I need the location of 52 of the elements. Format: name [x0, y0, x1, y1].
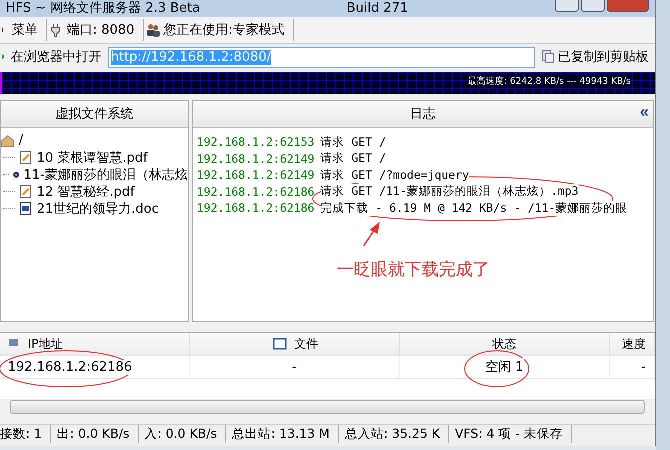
port-button[interactable]: 端口: 8080	[47, 19, 144, 41]
status-item: VFS: 4 项 - 未保存	[449, 425, 572, 443]
tree-item[interactable]: 10 菜根谭智慧.pdf	[37, 148, 148, 166]
minimize-button[interactable]	[554, 0, 579, 12]
log-message: 请求 GET /	[320, 151, 386, 166]
document-icon	[19, 184, 33, 198]
log-address: 192.168.1.2:62186	[197, 201, 315, 216]
menu-button[interactable]: 菜单	[0, 19, 47, 41]
column-header[interactable]: 速度	[622, 336, 646, 352]
plug-icon	[49, 23, 63, 37]
collapse-button[interactable]: «	[640, 104, 649, 122]
tree-item[interactable]: /	[19, 133, 24, 148]
table-cell: 空闲 1	[485, 358, 524, 376]
clipboard-icon	[541, 50, 555, 64]
log-title: 日志	[410, 106, 436, 123]
column-header[interactable]: IP地址	[28, 336, 63, 352]
tree-item[interactable]: 11-蒙娜丽莎的眼泪（林志炫	[24, 166, 188, 184]
log-address: 192.168.1.2:62149	[197, 168, 315, 182]
log-message: 请求 GET /	[320, 134, 386, 150]
annotation-text: 一眨眼就下载完成了	[337, 259, 490, 281]
log-message: 请求 GET /11-蒙娜丽莎的眼泪（林志炫）.mp3	[320, 184, 579, 200]
word-document-icon	[19, 202, 33, 216]
max-speed-label: 最高速度: 6242.8 KB/s --- 49943 KB/s	[468, 75, 631, 88]
build-label: Build 271	[346, 1, 408, 17]
column-header[interactable]: 文件	[294, 336, 318, 352]
column-header[interactable]: 状态	[492, 336, 516, 352]
status-item: 总出站: 13.13 M	[226, 425, 339, 443]
home-icon	[1, 134, 15, 148]
tree-item[interactable]: 21世纪的领导力.doc	[37, 200, 160, 217]
maximize-button[interactable]	[580, 0, 605, 12]
tree-item[interactable]: 12 智慧秘经.pdf	[37, 182, 135, 200]
status-item: 出: 0.0 KB/s	[51, 425, 139, 443]
log-message: 请求 GET /?mode=jquery	[320, 168, 470, 183]
mode-button[interactable]: 您正在使用:专家模式	[144, 19, 294, 41]
status-item: 总入站: 35.25 K	[338, 425, 450, 443]
copy-button[interactable]: 已复制到剪贴板	[539, 48, 651, 66]
document-icon	[19, 150, 33, 164]
log-message: 完成下载 - 6.19 M @ 142 KB/s - /11-蒙娜丽莎的眼	[320, 200, 628, 216]
log-address: 192.168.1.2:62153	[197, 135, 315, 150]
annotation-ellipse	[464, 350, 530, 388]
people-icon	[146, 23, 160, 37]
annotation-arrow	[363, 222, 380, 246]
open-in-browser-button[interactable]: 在浏览器中打开	[0, 48, 104, 66]
window-icon	[270, 337, 288, 351]
horizontal-scrollbar[interactable]	[10, 400, 645, 414]
vfs-title: 虚拟文件系统	[56, 106, 134, 123]
log-address: 192.168.1.2:62186	[197, 184, 315, 199]
log-address: 192.168.1.2:62149	[197, 152, 315, 166]
table-cell: 192.168.1.2:62186	[8, 360, 132, 374]
window-title: HFS ~ 网络文件服务器 2.3 Beta	[6, 1, 200, 17]
status-item: 接数: 1	[0, 425, 52, 443]
status-item: 入: 0.0 KB/s	[138, 425, 226, 443]
